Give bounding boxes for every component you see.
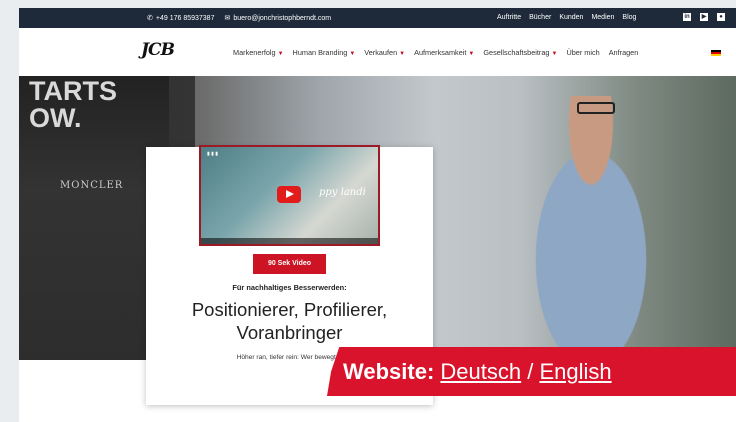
video-title-bar: ▮ ▮ ▮ [207, 151, 219, 157]
phone-icon: ✆ [147, 15, 153, 22]
nav-item-human-branding[interactable]: Human Branding ▼ [293, 48, 356, 57]
storefront-sign-text: TARTS OW. [29, 76, 117, 133]
youtube-icon[interactable]: ▶ [700, 13, 708, 21]
utility-link-buecher[interactable]: Bücher [529, 14, 551, 21]
video-overlay-text: ppy landi [319, 187, 366, 198]
language-banner-content: Website: Deutsch / English [343, 347, 612, 396]
main-navigation: JCB Markenerfolg ▼ Human Branding ▼ Verkau… [19, 28, 736, 76]
german-flag-icon[interactable] [711, 50, 721, 56]
top-utility-bar: ✆ +49 176 85937387 ✉ buero@jonchristophber… [19, 8, 736, 28]
chevron-down-icon: ▼ [399, 51, 406, 57]
banner-label: Website: [343, 359, 435, 384]
utility-links: Auftritte Bücher Kunden Medien Blog [497, 14, 636, 21]
utility-link-blog[interactable]: Blog [622, 14, 636, 21]
chevron-down-icon: ▼ [551, 51, 558, 57]
chevron-down-icon: ▼ [468, 51, 475, 57]
nav-item-anfragen[interactable]: Anfragen [609, 48, 639, 57]
link-deutsch[interactable]: Deutsch [440, 359, 521, 384]
utility-link-kunden[interactable]: Kunden [559, 14, 583, 21]
mail-icon: ✉ [224, 15, 231, 22]
nav-item-markenerfolg[interactable]: Markenerfolg ▼ [233, 48, 284, 57]
utility-link-auftritte[interactable]: Auftritte [497, 14, 521, 21]
phone-link[interactable]: ✆ +49 176 85937387 [147, 14, 214, 22]
social-links: in ▶ ● [683, 13, 725, 21]
nav-menu: Markenerfolg ▼ Human Branding ▼ Verkaufen ▼… [233, 48, 638, 57]
chevron-down-icon: ▼ [349, 51, 356, 57]
person-icon[interactable]: ● [717, 13, 725, 21]
video-player[interactable]: ▮ ▮ ▮ ppy landi [199, 145, 380, 246]
nav-item-aufmerksamkeit[interactable]: Aufmerksamkeit ▼ [414, 48, 474, 57]
glasses-shape [577, 102, 615, 114]
link-english[interactable]: English [539, 359, 611, 384]
site-logo[interactable]: JCB [141, 40, 175, 64]
utility-link-medien[interactable]: Medien [591, 14, 614, 21]
video-button[interactable]: 90 Sek Video [253, 254, 326, 274]
person-photo [507, 96, 675, 360]
chevron-down-icon: ▼ [277, 51, 284, 57]
store-sign: MONCLER [60, 180, 124, 191]
nav-item-verkaufen[interactable]: Verkaufen ▼ [364, 48, 405, 57]
nav-item-gesellschaftsbeitrag[interactable]: Gesellschaftsbeitrag ▼ [483, 48, 557, 57]
banner-separator: / [521, 359, 540, 384]
card-tagline: Für nachhaltiges Besserwerden: [232, 283, 347, 292]
nav-item-ueber-mich[interactable]: Über mich [566, 48, 599, 57]
contact-info: ✆ +49 176 85937387 ✉ buero@jonchristophber… [147, 14, 331, 22]
play-icon[interactable] [277, 186, 301, 203]
card-headline: Positionierer, Profilierer, Voranbringer [191, 299, 388, 343]
email-link[interactable]: ✉ buero@jonchristophberndt.com [224, 14, 331, 22]
video-controls-bar[interactable] [201, 238, 378, 244]
language-banner: Website: Deutsch / English [327, 347, 736, 396]
linkedin-icon[interactable]: in [683, 13, 691, 21]
